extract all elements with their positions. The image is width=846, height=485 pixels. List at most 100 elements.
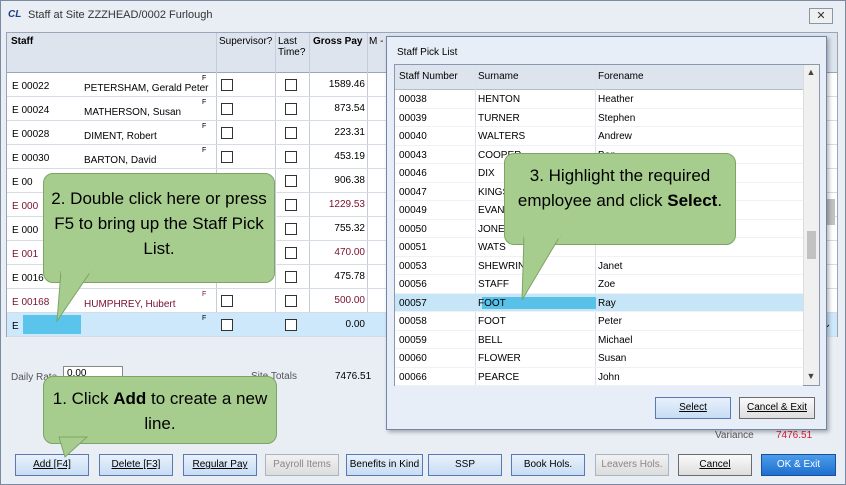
staff-name: MATHERSON, Susan <box>84 107 182 118</box>
forename: Zoe <box>598 279 616 290</box>
regular-pay-button[interactable]: Regular Pay <box>183 454 257 476</box>
callout-add-bold: Add <box>113 389 147 408</box>
col-supervisor-header: Supervisor? <box>219 36 273 47</box>
leavers-hols-button[interactable]: Leavers Hols. <box>595 454 669 476</box>
col-more-header: M - <box>369 36 384 47</box>
flag-marker: F <box>202 147 207 154</box>
last-time-checkbox[interactable] <box>285 223 297 235</box>
forename: Janet <box>598 260 623 272</box>
ssp-button[interactable]: SSP <box>428 454 502 476</box>
cancel-button[interactable]: Cancel <box>678 454 752 476</box>
staff-code: E 0016 <box>12 273 44 284</box>
staff-number: 00056 <box>399 279 427 290</box>
last-time-checkbox[interactable] <box>285 271 297 283</box>
surname: TURNER <box>478 112 520 124</box>
surname: FLOWER <box>478 353 521 364</box>
callout-pointer <box>56 271 92 323</box>
staff-code: E 00024 <box>12 105 50 116</box>
list-item-selected[interactable]: 00057 FOOT Ray <box>395 293 803 312</box>
list-item[interactable]: 00056 STAFF Zoe <box>395 275 803 294</box>
staff-number: 00038 <box>399 94 427 105</box>
grid-scrollbar-thumb[interactable] <box>827 199 835 225</box>
list-item[interactable]: 00066 PEARCE John <box>395 368 803 386</box>
select-button[interactable]: Select <box>655 397 731 419</box>
book-hols-button[interactable]: Book Hols. <box>511 454 585 476</box>
col-last-time-header: Last Time? <box>278 36 306 58</box>
dialog-title: Staff Pick List <box>397 47 458 58</box>
staff-code: E 00 <box>12 177 33 188</box>
gross-pay: 470.00 <box>334 247 365 258</box>
cancel-exit-button[interactable]: Cancel & Exit <box>739 397 815 419</box>
site-totals-value: 7476.51 <box>335 371 372 382</box>
variance-value: 7476.51 <box>776 430 813 441</box>
surname: FOOT <box>478 297 506 309</box>
flag-marker: F <box>202 315 207 322</box>
last-time-checkbox[interactable] <box>285 103 297 115</box>
scroll-down-icon[interactable]: ▼ <box>804 371 818 381</box>
callout-double-click-text: 2. Double click here or press F5 to brin… <box>51 189 267 258</box>
supervisor-checkbox[interactable] <box>221 151 233 163</box>
supervisor-checkbox[interactable] <box>221 79 233 91</box>
staff-number: 00053 <box>399 260 427 272</box>
surname: STAFF <box>478 279 509 290</box>
supervisor-checkbox[interactable] <box>221 295 233 307</box>
staff-at-site-window: CL Staff at Site ZZZHEAD/0002 Furlough ✕… <box>0 0 846 485</box>
gross-pay: 475.78 <box>334 271 365 282</box>
surname: HENTON <box>478 94 521 105</box>
list-item[interactable]: 00058 FOOT Peter <box>395 312 803 331</box>
gross-pay: 500.00 <box>334 295 365 306</box>
ok-exit-button[interactable]: OK & Exit <box>761 454 836 476</box>
callout-pointer <box>58 436 89 458</box>
col-forename-header: Forename <box>598 71 644 82</box>
last-time-checkbox[interactable] <box>285 175 297 187</box>
pick-list-scrollbar[interactable]: ▲ ▼ <box>803 65 819 385</box>
staff-number: 00039 <box>399 112 427 124</box>
flag-marker: F <box>202 123 207 130</box>
list-item[interactable]: 00060 FLOWER Susan <box>395 349 803 368</box>
staff-code: E 000 <box>12 225 39 236</box>
supervisor-checkbox[interactable] <box>221 103 233 115</box>
scroll-up-icon[interactable]: ▲ <box>804 67 818 77</box>
staff-number: 00060 <box>399 353 427 364</box>
close-window-button[interactable]: ✕ <box>809 8 833 24</box>
staff-number: 00046 <box>399 168 427 179</box>
benefits-in-kind-button[interactable]: Benefits in Kind <box>346 454 423 476</box>
callout-double-click: 2. Double click here or press F5 to brin… <box>43 173 275 283</box>
list-item[interactable]: 00059 BELL Michael <box>395 331 803 349</box>
col-staff-number-header: Staff Number <box>399 71 458 82</box>
callout-highlight-end: . <box>717 191 723 210</box>
col-surname-header: Surname <box>478 71 519 82</box>
last-time-checkbox[interactable] <box>285 247 297 259</box>
staff-number: 00057 <box>399 297 427 309</box>
payroll-items-button[interactable]: Payroll Items <box>265 454 339 476</box>
list-item[interactable]: 00053 SHEWRING Janet <box>395 257 803 275</box>
staff-code: E 00028 <box>12 129 50 140</box>
callout-pointer <box>521 236 561 301</box>
callout-add-rest: to create a new line. <box>144 389 268 433</box>
supervisor-checkbox[interactable] <box>221 319 233 331</box>
surname: DIX <box>478 168 495 179</box>
callout-highlight-employee: 3. Highlight the required employee and c… <box>504 153 736 245</box>
last-time-checkbox[interactable] <box>285 199 297 211</box>
title-bar: CL Staff at Site ZZZHEAD/0002 Furlough ✕ <box>1 1 845 27</box>
last-time-checkbox[interactable] <box>285 151 297 163</box>
staff-number: 00050 <box>399 223 427 235</box>
last-time-checkbox[interactable] <box>285 319 297 331</box>
gross-pay: 0.00 <box>345 319 365 330</box>
last-time-checkbox[interactable] <box>285 127 297 139</box>
gross-pay: 873.54 <box>334 103 365 114</box>
surname: FOOT <box>478 316 506 327</box>
list-item[interactable]: 00038 HENTON Heather <box>395 90 803 109</box>
scrollbar-thumb[interactable] <box>807 231 816 259</box>
staff-number: 00058 <box>399 316 427 327</box>
forename: John <box>598 371 620 383</box>
list-item[interactable]: 00040 WALTERS Andrew <box>395 127 803 146</box>
last-time-checkbox[interactable] <box>285 79 297 91</box>
supervisor-checkbox[interactable] <box>221 127 233 139</box>
list-item[interactable]: 00039 TURNER Stephen <box>395 109 803 127</box>
gross-pay: 453.19 <box>334 151 365 162</box>
variance-label: Variance <box>715 430 754 441</box>
col-gross-pay-header: Gross Pay <box>313 36 363 47</box>
last-time-checkbox[interactable] <box>285 295 297 307</box>
gross-pay: 1589.46 <box>328 79 365 90</box>
